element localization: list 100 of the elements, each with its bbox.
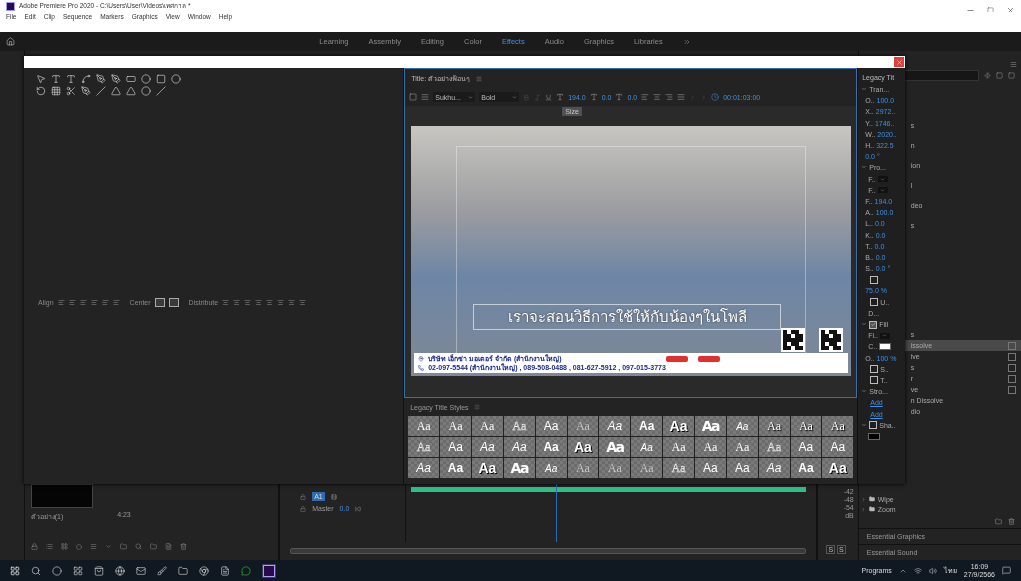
style-swatch[interactable]: Aa [790, 437, 822, 457]
list-icon[interactable] [421, 93, 430, 101]
caret-icon[interactable] [861, 321, 868, 328]
style-swatch[interactable]: Aa [471, 437, 503, 457]
style-swatch[interactable]: Aa [663, 437, 694, 457]
style-swatch[interactable]: Aa [631, 437, 663, 457]
style-swatch[interactable]: Aa [694, 437, 726, 457]
style-swatch[interactable]: Aa [567, 437, 599, 457]
align-icon[interactable] [101, 299, 109, 306]
distribute-icon[interactable] [222, 299, 230, 306]
bold-icon[interactable] [523, 93, 531, 101]
caret-icon[interactable] [861, 421, 868, 428]
style-swatch[interactable]: Aa [758, 416, 790, 436]
circle-icon[interactable] [52, 565, 62, 576]
style-swatch[interactable]: Aa [408, 437, 440, 457]
dropdown[interactable] [877, 176, 888, 183]
maximize-icon[interactable] [987, 6, 994, 14]
style-swatch[interactable]: Aa [631, 416, 663, 436]
style-swatch[interactable]: Aa [694, 458, 726, 478]
jump-icon[interactable] [355, 505, 362, 512]
style-swatch[interactable]: Aa [440, 458, 471, 478]
distribute-icon[interactable] [299, 299, 307, 306]
distribute-icon[interactable] [288, 299, 296, 306]
volume-icon[interactable] [928, 566, 937, 575]
distribute-icon[interactable] [277, 299, 285, 306]
notification-icon[interactable] [1002, 566, 1011, 575]
checkbox[interactable] [870, 376, 879, 385]
arrow-icon[interactable] [36, 74, 46, 84]
style-swatch[interactable]: Aa [790, 458, 822, 478]
text-icon[interactable] [51, 74, 61, 84]
chrome-icon[interactable] [199, 565, 209, 576]
checkbox[interactable] [870, 365, 879, 374]
trash-icon[interactable] [179, 543, 187, 550]
list-icon[interactable] [45, 543, 53, 550]
menu-icon[interactable] [1010, 61, 1017, 68]
caret-icon[interactable] [104, 543, 112, 550]
pen-icon[interactable] [111, 74, 121, 84]
style-swatch[interactable]: Aa [535, 416, 567, 436]
style-swatch[interactable]: Aa [440, 416, 471, 436]
style-swatch[interactable]: Aa [822, 437, 854, 457]
align-icon[interactable] [79, 299, 87, 306]
network-icon[interactable] [913, 566, 922, 575]
style-swatch[interactable]: Aa [408, 416, 440, 436]
audio-clip[interactable] [411, 487, 806, 492]
style-swatch[interactable]: Aa [726, 458, 758, 478]
align-icon[interactable] [90, 299, 98, 306]
style-swatch[interactable]: Aa [663, 458, 694, 478]
path-text-icon[interactable] [81, 74, 91, 84]
align-center-icon[interactable] [653, 93, 662, 101]
close-icon[interactable] [1006, 5, 1015, 15]
home-icon[interactable] [6, 37, 15, 46]
pen-icon[interactable] [81, 86, 91, 96]
folder-icon[interactable] [995, 518, 1002, 525]
style-swatch[interactable]: Aa [790, 416, 822, 436]
more-icon[interactable] [682, 37, 691, 46]
caret-icon[interactable] [861, 86, 868, 93]
align-icon[interactable] [112, 299, 120, 306]
style-swatch[interactable]: Aa [567, 416, 599, 436]
close-button[interactable] [894, 57, 904, 67]
lock-icon[interactable] [30, 543, 38, 550]
style-swatch[interactable]: Aa [535, 458, 567, 478]
center-icon[interactable] [168, 298, 179, 307]
text-icon[interactable] [66, 74, 76, 84]
menu-icon[interactable] [89, 543, 97, 550]
lock-icon[interactable] [300, 493, 307, 500]
style-swatch[interactable]: Aa [758, 437, 790, 457]
distribute-icon[interactable] [233, 299, 241, 306]
style-swatch[interactable]: Aa [503, 458, 535, 478]
mail-icon[interactable] [136, 565, 146, 576]
style-swatch[interactable]: Aa [599, 437, 631, 457]
checkbox[interactable] [869, 421, 878, 430]
scissors-icon[interactable] [66, 86, 76, 96]
style-swatch[interactable]: Aa [599, 416, 631, 436]
file-icon[interactable] [164, 543, 172, 550]
caret-icon[interactable] [861, 164, 868, 171]
style-swatch[interactable]: Aa [471, 458, 503, 478]
rotate-icon[interactable] [36, 86, 46, 96]
checkbox[interactable] [870, 275, 879, 284]
lock-icon[interactable] [300, 505, 307, 512]
pen-icon[interactable] [96, 74, 106, 84]
style-swatch[interactable]: Aa [663, 416, 694, 436]
style-swatch[interactable]: Aa [408, 458, 440, 478]
line-icon[interactable] [96, 86, 106, 96]
style-swatch[interactable]: Aa [822, 458, 854, 478]
rectangle-icon[interactable] [126, 74, 136, 84]
timecode-icon[interactable] [711, 93, 720, 101]
circle-icon[interactable] [141, 86, 151, 96]
underline-icon[interactable] [545, 93, 553, 101]
track-icon[interactable] [330, 493, 337, 500]
document-icon[interactable] [220, 565, 230, 576]
style-swatch[interactable]: Aa [535, 437, 567, 457]
menu-icon[interactable] [473, 404, 480, 410]
taskbar-app[interactable] [262, 563, 276, 578]
style-swatch[interactable]: Aa [503, 416, 535, 436]
task-view-icon[interactable] [73, 565, 83, 576]
search-icon[interactable] [31, 565, 41, 576]
distribute-icon[interactable] [255, 299, 263, 306]
chat-icon[interactable] [241, 565, 251, 576]
scroll-bar[interactable] [290, 548, 806, 554]
circle-icon[interactable] [171, 74, 181, 84]
